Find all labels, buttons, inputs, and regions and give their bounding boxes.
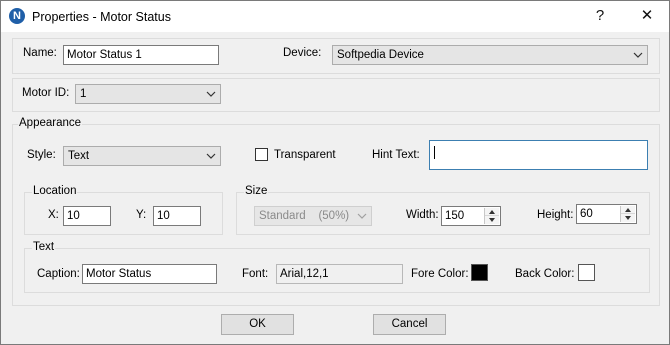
- style-value: Text: [68, 150, 90, 162]
- hint-text-input[interactable]: [429, 140, 648, 170]
- transparent-label: Transparent: [274, 149, 336, 161]
- device-dropdown[interactable]: Softpedia Device: [332, 45, 648, 65]
- fore-color-swatch[interactable]: [471, 264, 488, 281]
- caption-label: Caption:: [37, 268, 80, 280]
- width-down-button[interactable]: [485, 216, 499, 224]
- width-label: Width:: [406, 209, 439, 221]
- name-input[interactable]: Motor Status 1: [63, 45, 219, 65]
- size-preset-value: Standard (50%): [259, 210, 350, 222]
- chevron-down-icon: [633, 51, 643, 59]
- height-stepper[interactable]: 60: [576, 204, 637, 224]
- height-up-button[interactable]: [621, 206, 635, 214]
- location-group-label: Location: [32, 185, 78, 197]
- back-color-swatch[interactable]: [578, 264, 595, 281]
- caption-input[interactable]: Motor Status: [82, 264, 217, 284]
- device-label: Device:: [283, 47, 322, 59]
- y-label: Y:: [136, 209, 147, 221]
- height-down-button[interactable]: [621, 214, 635, 222]
- arrow-down-icon: [489, 218, 495, 222]
- font-field[interactable]: Arial,12,1: [276, 264, 403, 284]
- height-value: 60: [580, 208, 593, 220]
- properties-dialog: N Properties - Motor Status ? ✕ Name: Mo…: [0, 0, 670, 345]
- chevron-down-icon: [357, 212, 367, 220]
- arrow-down-icon: [625, 216, 631, 220]
- width-value: 150: [445, 210, 465, 222]
- text-caret: [434, 146, 435, 159]
- width-up-button[interactable]: [485, 208, 499, 216]
- y-input[interactable]: 10: [153, 206, 201, 226]
- x-input[interactable]: 10: [63, 206, 111, 226]
- name-label: Name:: [23, 47, 57, 59]
- size-preset-dropdown[interactable]: Standard (50%): [254, 206, 372, 226]
- appearance-group-label: Appearance: [18, 117, 83, 129]
- device-value: Softpedia Device: [337, 49, 424, 61]
- text-group-label: Text: [32, 241, 56, 253]
- height-label: Height:: [537, 209, 574, 221]
- width-stepper[interactable]: 150: [441, 206, 501, 226]
- size-group-label: Size: [244, 185, 269, 197]
- window-title: Properties - Motor Status: [32, 10, 171, 24]
- chevron-down-icon: [206, 152, 216, 160]
- title-bar: N Properties - Motor Status ? ✕: [1, 1, 669, 32]
- cancel-button[interactable]: Cancel: [373, 314, 446, 335]
- font-label: Font:: [242, 268, 269, 280]
- ok-button[interactable]: OK: [221, 314, 294, 335]
- transparent-checkbox[interactable]: [255, 148, 268, 161]
- chevron-down-icon: [206, 90, 216, 98]
- width-spinner[interactable]: [484, 208, 499, 224]
- arrow-up-icon: [489, 210, 495, 214]
- help-button[interactable]: ?: [585, 5, 615, 27]
- motor-id-label: Motor ID:: [22, 87, 70, 99]
- motor-id-dropdown[interactable]: 1: [75, 84, 221, 104]
- motor-id-value: 1: [80, 88, 87, 100]
- hint-text-label: Hint Text:: [372, 149, 420, 161]
- style-label: Style:: [27, 149, 56, 161]
- app-logo-icon: N: [9, 8, 25, 24]
- height-spinner[interactable]: [620, 206, 635, 222]
- close-button[interactable]: ✕: [632, 5, 662, 27]
- style-dropdown[interactable]: Text: [63, 146, 221, 166]
- back-color-label: Back Color:: [515, 268, 575, 280]
- arrow-up-icon: [625, 208, 631, 212]
- x-label: X:: [48, 209, 59, 221]
- fore-color-label: Fore Color:: [411, 268, 469, 280]
